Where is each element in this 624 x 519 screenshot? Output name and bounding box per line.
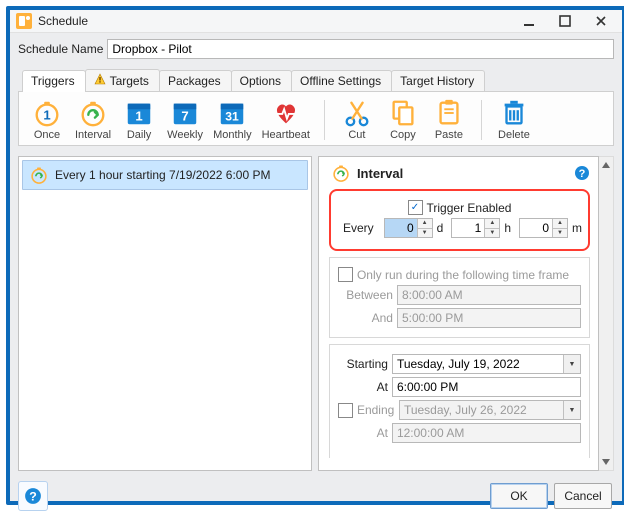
ending-date: ▼ [399,400,581,420]
panel-title: Interval [357,166,403,181]
interval-icon [29,165,49,185]
panel-header: Interval ? [331,163,590,183]
timeframe-checkbox[interactable] [338,267,353,282]
interval-icon [78,98,108,128]
help-icon[interactable]: ? [574,165,590,181]
trigger-enabled-checkbox[interactable] [408,200,423,215]
schedule-name-label: Schedule Name [18,42,103,56]
scrollbar-track[interactable] [599,173,613,454]
help-button[interactable]: ? [18,481,48,511]
daily-icon: 1 [124,98,154,128]
trigger-list-item[interactable]: Every 1 hour starting 7/19/2022 6:00 PM [22,160,308,190]
chevron-down-icon[interactable]: ▼ [563,355,580,373]
schedule-name-input[interactable] [107,39,614,59]
maximize-button[interactable] [548,10,582,32]
ending-at-label: At [338,426,388,440]
toolbar-separator [324,100,325,140]
monthly-icon: 31 [217,98,247,128]
trigger-interval-button[interactable]: Interval [71,96,115,143]
interval-icon [331,163,351,183]
window-title: Schedule [38,14,512,28]
tab-offline-settings[interactable]: Offline Settings [291,70,392,91]
tab-triggers[interactable]: Triggers [22,70,86,92]
starting-date[interactable]: ▼ [392,354,581,374]
svg-text:1: 1 [43,108,50,123]
trigger-list-item-label: Every 1 hour starting 7/19/2022 6:00 PM [55,168,270,182]
trigger-toolbar: 1 Once Interval 1 Daily 7 Weekly [18,92,614,146]
close-button[interactable] [584,10,618,32]
ok-button[interactable]: OK [490,483,548,509]
starting-at-label: At [338,380,388,394]
every-label: Every [343,221,374,235]
svg-text:31: 31 [226,110,240,124]
timeframe-fieldset: Only run during the following time frame… [329,257,590,338]
weekly-icon: 7 [170,98,200,128]
tab-options[interactable]: Options [231,70,292,91]
ending-checkbox[interactable] [338,403,353,418]
once-icon: 1 [32,98,62,128]
delete-button[interactable]: Delete [492,96,536,143]
and-label: And [338,311,393,325]
starting-label: Starting [338,357,388,371]
copy-button[interactable]: Copy [381,96,425,143]
ending-time [392,423,581,443]
between-label: Between [338,288,393,302]
tab-packages[interactable]: Packages [159,70,232,91]
delete-icon [499,98,529,128]
minutes-unit: m [572,221,582,235]
trigger-list[interactable]: Every 1 hour starting 7/19/2022 6:00 PM [18,156,312,471]
trigger-heartbeat-button[interactable]: Heartbeat [258,96,314,143]
between-input [397,285,581,305]
svg-text:1: 1 [135,109,142,124]
warning-icon [94,73,106,88]
svg-text:?: ? [579,168,586,180]
hours-spinner[interactable]: ▲▼ [451,218,500,238]
chevron-down-icon: ▼ [563,401,580,419]
scroll-down-arrow[interactable] [599,454,613,470]
starting-fieldset: Starting ▼ At Ending ▼ [329,344,590,458]
cut-icon [342,98,372,128]
vertical-scrollbar[interactable] [599,156,614,471]
days-spinner[interactable]: ▲▼ [384,218,433,238]
and-input [397,308,581,328]
ending-label: Ending [357,403,395,417]
scroll-up-arrow[interactable] [599,157,613,173]
trigger-weekly-button[interactable]: 7 Weekly [163,96,207,143]
trigger-once-button[interactable]: 1 Once [25,96,69,143]
svg-text:?: ? [29,490,37,504]
tab-target-history[interactable]: Target History [391,70,485,91]
paste-icon [434,98,464,128]
svg-text:7: 7 [181,109,188,124]
highlighted-settings: Trigger Enabled Every ▲▼ d ▲▼ h ▲▼ m [329,189,590,251]
trigger-monthly-button[interactable]: 31 Monthly [209,96,256,143]
hours-unit: h [504,221,511,235]
copy-icon [388,98,418,128]
toolbar-separator-2 [481,100,482,140]
days-unit: d [437,221,444,235]
paste-button[interactable]: Paste [427,96,471,143]
app-icon [16,13,32,29]
trigger-daily-button[interactable]: 1 Daily [117,96,161,143]
minutes-spinner[interactable]: ▲▼ [519,218,568,238]
cancel-button[interactable]: Cancel [554,483,612,509]
heartbeat-icon [271,98,301,128]
titlebar: Schedule [10,10,622,33]
trigger-detail-panel: Interval ? Trigger Enabled Every ▲▼ d [318,156,599,471]
trigger-enabled-label: Trigger Enabled [427,201,512,215]
tab-targets[interactable]: Targets [85,69,160,91]
starting-time[interactable] [392,377,581,397]
minimize-button[interactable] [512,10,546,32]
cut-button[interactable]: Cut [335,96,379,143]
timeframe-label: Only run during the following time frame [357,268,569,282]
tab-strip: Triggers Targets Packages Options Offlin… [18,67,614,92]
